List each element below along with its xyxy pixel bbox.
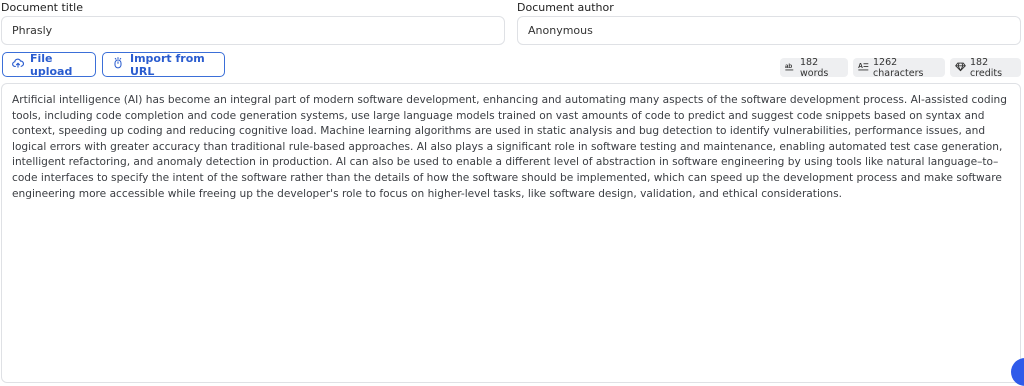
document-author-input[interactable]: Anonymous [517,16,1021,45]
word-count-badge: ab 182 words [780,56,848,79]
document-title-input[interactable]: Phrasly [1,16,505,45]
file-upload-button[interactable]: File upload [2,51,96,78]
editor-text: Artificial intelligence (AI) has become … [12,94,1007,200]
import-from-url-button[interactable]: Import from URL [102,51,225,78]
svg-text:ab: ab [785,62,792,69]
ab-words-icon: ab [785,61,796,75]
character-count-badge: A 1262 characters [853,56,945,79]
diamond-icon [955,61,966,75]
character-count: 1262 characters [873,56,924,79]
text-format-icon: A [858,61,869,75]
document-title-label: Document title [1,1,83,14]
credits-count: 182 credits [970,56,1003,79]
mouse-click-icon [112,57,124,72]
cloud-upload-icon [12,57,24,72]
document-author-label: Document author [517,1,614,14]
credits-badge: 182 credits [950,56,1021,79]
svg-text:A: A [858,62,863,69]
file-upload-label: File upload [30,51,73,78]
import-from-url-label: Import from URL [130,51,205,78]
text-editor[interactable]: Artificial intelligence (AI) has become … [1,83,1021,383]
word-count: 182 words [800,56,829,79]
